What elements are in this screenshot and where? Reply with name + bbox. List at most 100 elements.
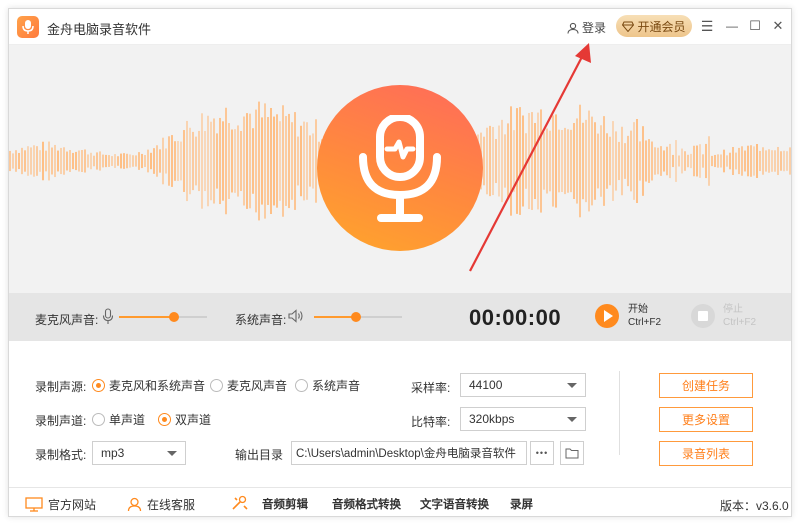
waveform-bar xyxy=(549,130,551,192)
waveform-bar xyxy=(639,141,641,181)
waveform-bar xyxy=(504,134,506,188)
waveform-bar xyxy=(564,127,566,195)
waveform-bar xyxy=(570,129,572,193)
waveform-bar xyxy=(216,133,218,189)
waveform-bar xyxy=(258,101,260,221)
waveform-bar xyxy=(144,155,146,167)
tool-text-to-speech[interactable]: 文字语音转换 xyxy=(420,496,489,512)
source-option-mic-and-system[interactable]: 麦克风和系统声音 xyxy=(92,377,205,394)
tool-audio-edit[interactable]: 音频剪辑 xyxy=(262,496,308,512)
waveform-bar xyxy=(60,147,62,175)
waveform-bar xyxy=(516,108,518,214)
waveform-bar xyxy=(54,144,56,178)
waveform-area xyxy=(9,45,791,293)
format-select[interactable]: mp3 xyxy=(92,441,186,465)
waveform-bar xyxy=(738,147,740,175)
open-folder-button[interactable] xyxy=(560,441,584,465)
waveform-bar xyxy=(780,151,782,171)
waveform-bar xyxy=(117,156,119,166)
waveform-bar xyxy=(642,126,644,196)
waveform-bar xyxy=(513,130,515,192)
channel-option-mono[interactable]: 单声道 xyxy=(92,411,145,428)
chevron-down-icon xyxy=(567,383,577,388)
tool-screen-record[interactable]: 录屏 xyxy=(510,496,533,512)
waveform-bar xyxy=(552,115,554,207)
microphone-icon xyxy=(359,115,441,222)
waveform-bar xyxy=(546,128,548,194)
start-button[interactable] xyxy=(595,304,619,328)
mic-volume-slider[interactable] xyxy=(119,311,207,323)
waveform-bar xyxy=(711,155,713,167)
waveform-bar xyxy=(672,154,674,168)
waveform-bar xyxy=(483,136,485,186)
waveform-bar xyxy=(717,154,719,168)
waveform-bar xyxy=(180,141,182,181)
mic-volume-label: 麦克风声音: xyxy=(35,313,99,327)
waveform-bar xyxy=(84,149,86,173)
waveform-bar xyxy=(750,145,752,177)
waveform-bar xyxy=(774,150,776,172)
waveform-bar xyxy=(255,109,257,213)
waveform-bar xyxy=(597,133,599,189)
waveform-bar xyxy=(192,131,194,191)
tool-format-convert[interactable]: 音频格式转换 xyxy=(332,496,401,512)
waveform-bar xyxy=(186,120,188,202)
waveform-bar xyxy=(18,152,20,170)
waveform-bar xyxy=(582,122,584,200)
waveform-bar xyxy=(9,150,11,172)
folder-icon xyxy=(565,448,579,459)
waveform-bar xyxy=(615,131,617,191)
waveform-bar xyxy=(228,123,230,199)
waveform-bar xyxy=(576,118,578,204)
waveform-bar xyxy=(231,129,233,193)
website-link[interactable]: 官方网站 xyxy=(25,496,96,513)
waveform-bar xyxy=(93,155,95,167)
microphone-emblem xyxy=(317,85,483,251)
bitrate-select[interactable]: 320kbps xyxy=(460,407,586,431)
waveform-bar xyxy=(126,153,128,169)
menu-icon[interactable]: ☰ xyxy=(698,17,716,35)
system-volume-label: 系统声音: xyxy=(235,313,287,327)
system-volume-slider[interactable] xyxy=(314,311,402,323)
stop-button[interactable] xyxy=(691,304,715,328)
waveform-bar xyxy=(168,136,170,186)
sample-rate-select[interactable]: 44100 xyxy=(460,373,586,397)
waveform-bar xyxy=(627,135,629,187)
waveform-bar xyxy=(687,154,689,168)
waveform-bar xyxy=(39,150,41,172)
waveform-bar xyxy=(33,145,35,177)
recording-list-button[interactable]: 录音列表 xyxy=(659,441,753,466)
more-settings-button[interactable]: 更多设置 xyxy=(659,407,753,432)
waveform-bar xyxy=(753,146,755,176)
waveform-bar xyxy=(246,113,248,209)
source-option-system[interactable]: 系统声音 xyxy=(295,377,360,394)
support-link[interactable]: 在线客服 xyxy=(127,496,195,513)
minimize-icon[interactable]: — xyxy=(723,17,741,35)
output-path-field[interactable]: C:\Users\admin\Desktop\金舟电脑录音软件 xyxy=(291,441,527,465)
waveform-bar xyxy=(498,125,500,197)
close-icon[interactable]: ✕ xyxy=(769,17,787,35)
maximize-icon[interactable]: ☐ xyxy=(746,17,764,35)
waveform-bar xyxy=(540,109,542,213)
waveform-bar xyxy=(24,150,26,172)
waveform-bar xyxy=(147,149,149,173)
waveform-bar xyxy=(57,150,59,172)
user-icon xyxy=(567,22,579,34)
waveform-bar xyxy=(51,147,53,175)
source-option-mic[interactable]: 麦克风声音 xyxy=(210,377,287,394)
start-label: 开始 xyxy=(628,304,648,315)
vip-button[interactable]: 开通会员 xyxy=(616,15,692,37)
waveform-bar xyxy=(528,112,530,210)
waveform-bar xyxy=(510,106,512,216)
waveform-bar xyxy=(723,149,725,173)
title-bar[interactable]: 金舟电脑录音软件 登录 开通会员 ☰ — ☐ ✕ xyxy=(9,9,791,45)
waveform-bar xyxy=(75,151,77,171)
browse-more-button[interactable]: ••• xyxy=(530,441,554,465)
radio-dot xyxy=(92,413,105,426)
waveform-bar xyxy=(243,116,245,206)
channel-option-stereo[interactable]: 双声道 xyxy=(158,411,211,428)
waveform-bar xyxy=(135,155,137,167)
create-task-button[interactable]: 创建任务 xyxy=(659,373,753,398)
login-button[interactable]: 登录 xyxy=(567,19,606,36)
waveform-bar xyxy=(42,141,44,181)
